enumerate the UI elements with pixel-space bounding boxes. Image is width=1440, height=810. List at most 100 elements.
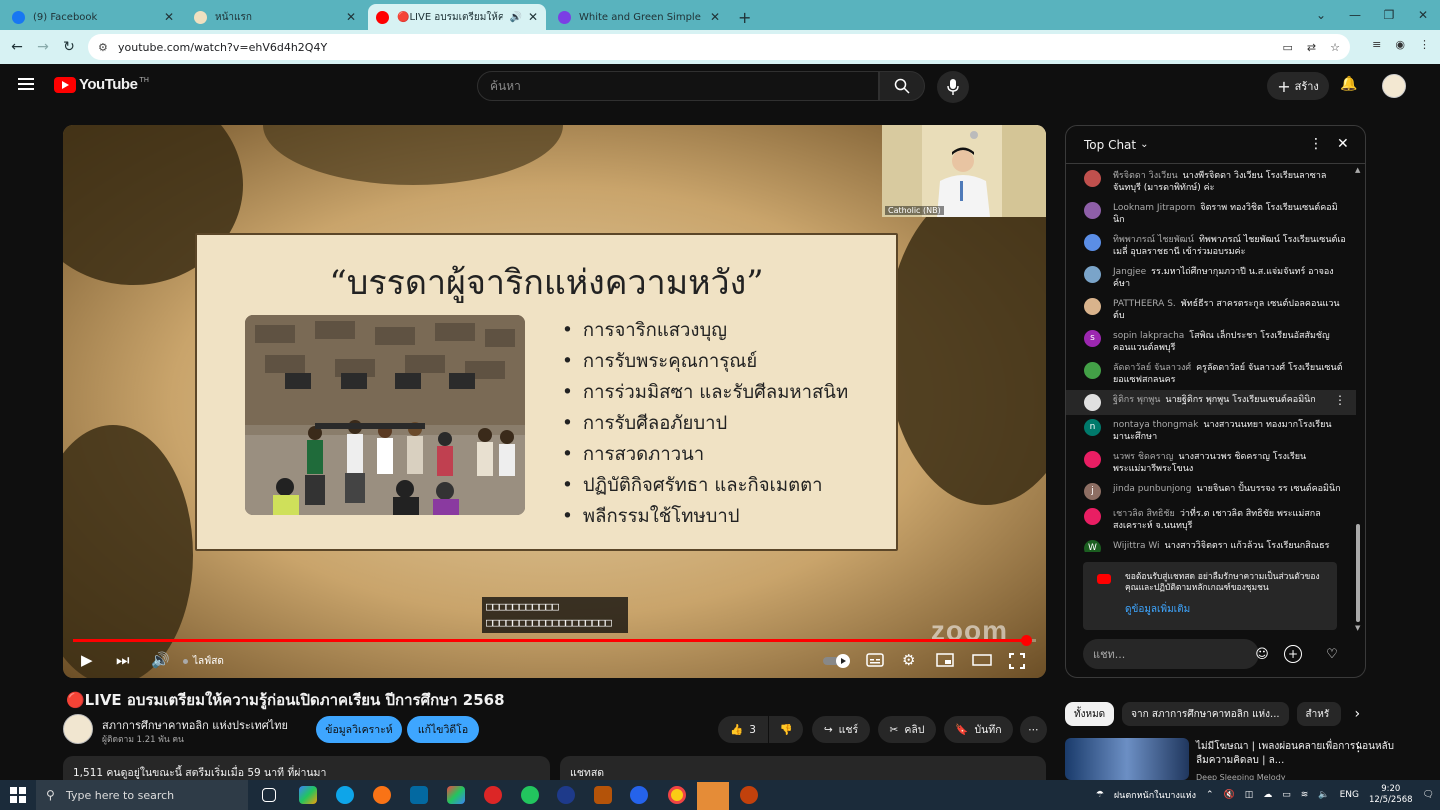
tab-home[interactable]: หน้าแรก ✕ — [186, 4, 364, 30]
close-icon[interactable]: ✕ — [710, 10, 720, 24]
chevron-right-icon[interactable]: › — [1355, 702, 1361, 726]
chat-message[interactable]: นวพร ชิดคราญ นางสาวนวพร ชิดคราญ โรงเรียนพ… — [1066, 447, 1356, 479]
dislike-button[interactable]: 👎 — [769, 716, 803, 743]
chat-message[interactable]: n nontaya thongmak นางสาวนนทยา ทองมากโรงเร… — [1066, 415, 1356, 447]
miniplayer-icon[interactable] — [936, 653, 954, 671]
share-button[interactable]: ↪ แชร์ — [812, 716, 870, 743]
weather-icon[interactable]: ☂ — [1096, 790, 1104, 800]
next-icon[interactable]: ⏭ — [116, 651, 130, 669]
close-window-icon[interactable]: ✕ — [1406, 8, 1440, 22]
edge-icon[interactable] — [336, 786, 354, 804]
media-control-icon[interactable]: ≡ — [1372, 38, 1381, 51]
webex-icon[interactable] — [557, 786, 575, 804]
voice-search-button[interactable] — [937, 71, 969, 103]
app-icon[interactable] — [594, 786, 612, 804]
chip-all[interactable]: ทั้งหมด — [1065, 702, 1115, 726]
heart-icon[interactable]: ♡ — [1319, 641, 1345, 667]
back-icon[interactable]: ← — [4, 39, 30, 55]
chat-message[interactable]: j jinda punbunjong นายจินดา ปั้นบรรจง รร เ… — [1066, 479, 1356, 504]
chat-message[interactable]: พีรจิตดา วิงเวียน นางพีรจิตดา วิงเวียน โร… — [1066, 166, 1356, 198]
menu-dots-icon[interactable]: ⋮ — [1419, 38, 1430, 51]
menu-icon[interactable] — [18, 78, 34, 90]
close-icon[interactable]: ✕ — [1337, 136, 1349, 152]
m365-icon[interactable] — [447, 786, 465, 804]
translate-icon[interactable]: ⇄ — [1307, 41, 1316, 54]
line-icon[interactable] — [521, 786, 539, 804]
video-thumbnail[interactable] — [1065, 738, 1189, 780]
chevron-up-icon[interactable]: ⌃ — [1206, 790, 1214, 800]
tab-canva[interactable]: White and Green Simple Profess ✕ — [550, 4, 728, 30]
autoplay-toggle[interactable] — [823, 653, 851, 673]
fullscreen-icon[interactable] — [1009, 653, 1025, 673]
channel-avatar[interactable] — [63, 714, 93, 744]
create-button[interactable]: + สร้าง — [1267, 72, 1329, 100]
chat-input[interactable]: แชท... — [1083, 639, 1259, 669]
windows-start-icon[interactable] — [10, 787, 26, 803]
play-icon[interactable]: ▶ — [81, 651, 93, 669]
address-bar[interactable]: ⚙ youtube.com/watch?v=ehV6d4h2Q4Y ▭ ⇄ ☆ — [88, 34, 1350, 60]
chip-from-channel[interactable]: จาก สภาการศึกษาคาทอลิก แห่ง... — [1122, 702, 1289, 726]
copilot-icon[interactable] — [299, 786, 317, 804]
chip-for-you[interactable]: สำหรั — [1296, 702, 1341, 726]
search-button[interactable] — [879, 71, 925, 101]
close-icon[interactable]: ✕ — [346, 10, 356, 24]
taskbar-search[interactable]: ⚲ Type here to search — [36, 780, 248, 810]
learn-more-link[interactable]: ดูข้อมูลเพิ่มเติม — [1125, 604, 1327, 615]
chat-scrollbar[interactable]: ▲ ▼ — [1355, 166, 1361, 632]
live-indicator[interactable]: ไลฟ์สด — [183, 654, 224, 669]
notifications-icon[interactable]: 🔔 — [1340, 76, 1357, 92]
reload-icon[interactable]: ↻ — [56, 39, 82, 55]
volume-mute-icon[interactable]: 🔇 — [1224, 790, 1235, 800]
recommended-video[interactable]: ไม่มีโฆษณา | เพลงผ่อนคลายเพื่อการนอนหลับ… — [1065, 738, 1435, 782]
account-avatar[interactable] — [1382, 74, 1406, 98]
firefox-icon[interactable] — [373, 786, 391, 804]
forward-icon[interactable]: → — [30, 39, 56, 55]
youtube-logo[interactable]: YouTube TH — [54, 76, 149, 93]
chat-mode-label[interactable]: Top Chat — [1084, 138, 1136, 152]
emoji-icon[interactable]: ☺ — [1249, 641, 1275, 667]
analytics-button[interactable]: ข้อมูลวิเคราะห์ — [316, 716, 402, 743]
tab-search-icon[interactable]: ⌄ — [1304, 8, 1338, 22]
notification-icon[interactable]: 🗨 — [1423, 790, 1434, 800]
settings-gear-icon[interactable]: ⚙ — [902, 651, 915, 669]
clip-button[interactable]: ✂ คลิป — [878, 716, 936, 743]
audio-icon[interactable]: 🔊 — [509, 12, 521, 23]
speaker-icon[interactable]: 🔈 — [1318, 790, 1329, 800]
chat-message[interactable]: Looknam Jitraporn จิตราพ ทองวิชิต โรงเรีย… — [1066, 198, 1356, 230]
more-options-icon[interactable]: ⋮ — [1334, 394, 1346, 411]
edit-video-button[interactable]: แก้ไขวิดีโอ — [407, 716, 479, 743]
chat-message[interactable]: PATTHEERA S. พัทธ์ธีรา สาครตระกูล เซนต์ปอ… — [1066, 294, 1356, 326]
save-button[interactable]: 🔖 บันทึก — [944, 716, 1013, 743]
chat-message[interactable]: s sopin lakpracha โสพิณ เล็กประชา โรงเรียน… — [1066, 326, 1356, 358]
volume-icon[interactable]: 🔊 — [151, 651, 170, 669]
profile-icon[interactable]: ◉ — [1395, 38, 1405, 51]
wifi-icon[interactable]: ≋ — [1301, 790, 1309, 800]
tab-youtube-live[interactable]: 🔴LIVE อบรมเตรียมให้ความรู้ก่อนเ 🔊 ✕ — [368, 4, 546, 30]
more-options-icon[interactable]: ⋮ — [1352, 740, 1365, 755]
app-icon[interactable] — [484, 786, 502, 804]
clock[interactable]: 9:20 12/5/2568 — [1369, 784, 1413, 806]
display-icon[interactable]: ▭ — [1282, 790, 1291, 800]
weather-text[interactable]: ฝนตกหนักในบางแห่ง — [1114, 788, 1196, 802]
video-player[interactable]: “บรรดาผู้จาริกแห่งความหวัง” • การจาริกแส… — [63, 125, 1046, 678]
powerpoint-icon[interactable] — [740, 786, 758, 804]
minimize-icon[interactable]: — — [1338, 8, 1372, 22]
theater-mode-icon[interactable] — [972, 653, 992, 671]
close-icon[interactable]: ✕ — [528, 10, 538, 24]
chat-message[interactable]: Jangjee รร.มหาไถ่ศึกษากุมภวาปี น.ส.แจ่มจั… — [1066, 262, 1356, 294]
chat-message[interactable]: ลัดดาวัลย์ จันลาวงศ์ ครูลัดดาวัลย์ จันลาว… — [1066, 358, 1356, 390]
tab-facebook[interactable]: (9) Facebook ✕ — [4, 4, 182, 30]
add-icon[interactable]: + — [1284, 645, 1302, 663]
zoom-icon[interactable] — [630, 786, 648, 804]
input-language[interactable]: ENG — [1340, 790, 1359, 800]
onedrive-icon[interactable]: ☁ — [1263, 790, 1272, 800]
like-button[interactable]: 👍 3 — [718, 716, 768, 743]
search-input[interactable]: ค้นหา — [477, 71, 879, 101]
chat-message[interactable]: ฐิติกร พุกพูน นายฐิติกร พุกพูน โรงเรียนเซ… — [1066, 390, 1356, 415]
outlook-icon[interactable] — [410, 786, 428, 804]
network-icon[interactable]: ◫ — [1245, 790, 1254, 800]
site-info-icon[interactable]: ⚙ — [98, 41, 108, 54]
new-tab-button[interactable]: + — [738, 4, 751, 30]
chat-message[interactable]: ทิพพาภรณ์ ไชยพัฒน์ ทิพพาภรณ์ ไชยพัฒน์ โรง… — [1066, 230, 1356, 262]
chrome-icon[interactable] — [668, 786, 686, 804]
